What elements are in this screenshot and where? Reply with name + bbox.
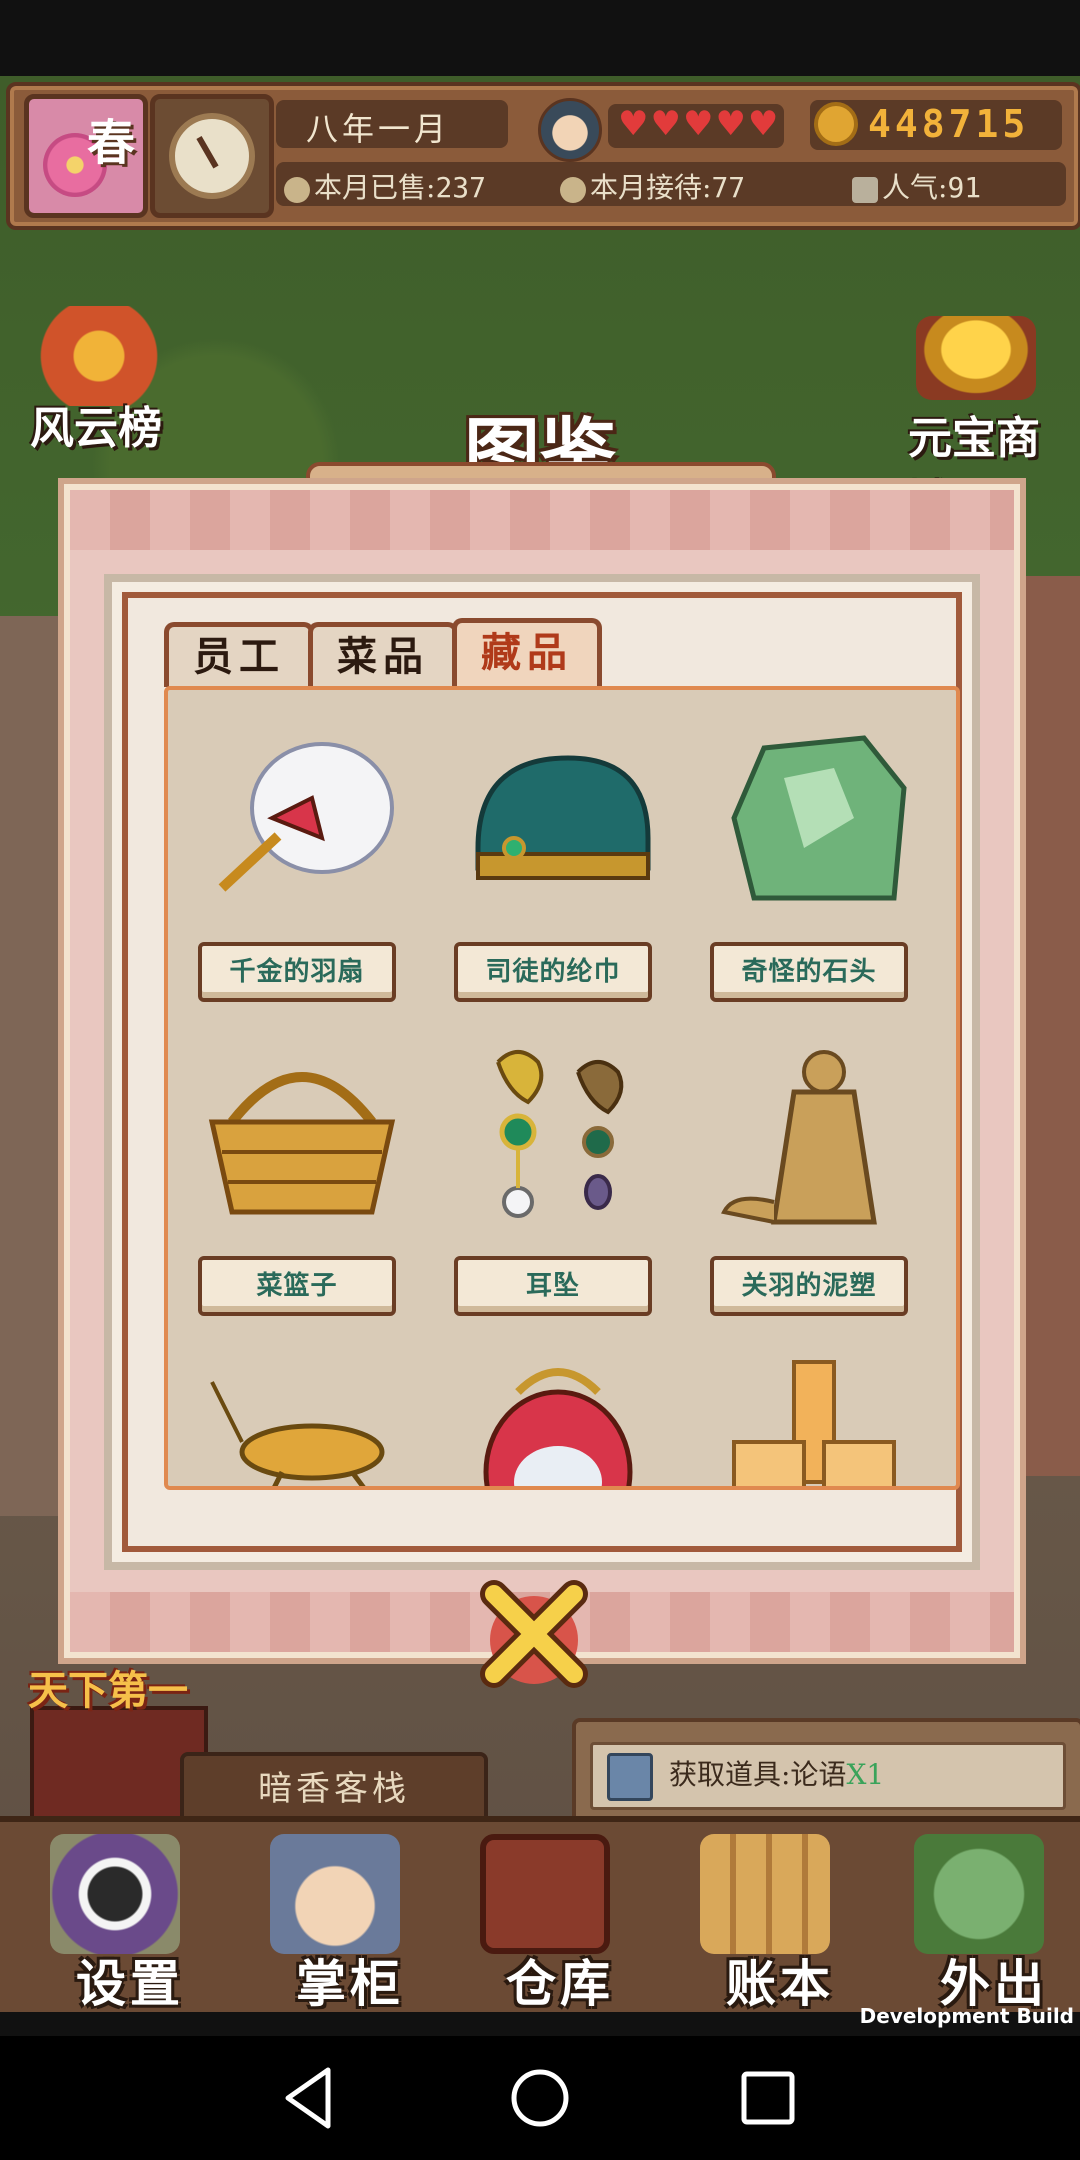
cricket-icon [210, 1381, 385, 1486]
menu-label: 掌柜 [296, 1954, 404, 2013]
collection-grid[interactable]: 千金的羽扇 司徒的纶巾 奇怪的石头 菜篮子 耳坠 关羽的泥塑 [164, 686, 960, 1490]
served-label: 本月接待: [590, 171, 712, 204]
sold-stat: 本月已售:237 [284, 166, 486, 206]
jade-stone-icon [731, 735, 907, 901]
yin-yang-icon [50, 1834, 180, 1954]
close-icon[interactable] [474, 1574, 594, 1694]
notification-qty: X1 [846, 1758, 885, 1791]
item-label: 关羽的泥塑 [710, 1256, 908, 1316]
notification-panel[interactable]: 获取道具:论语X1 [572, 1718, 1080, 1826]
notification-item: 获取道具:论语X1 [590, 1742, 1066, 1810]
rank-title: 天下第一 [28, 1667, 188, 1714]
menu-ledger[interactable]: 账本 [670, 1834, 850, 2013]
hearts-icon: ♥♥♥♥♥ [618, 104, 781, 144]
date-display: 八年一月 [276, 100, 508, 148]
popularity-stat: 人气:91 [852, 166, 981, 206]
bundle-icon [914, 1834, 1044, 1954]
collection-item[interactable]: 菜篮子 [178, 1042, 432, 1342]
tab-staff[interactable]: 员工 [164, 622, 314, 687]
item-label: 司徒的纶巾 [454, 942, 652, 1002]
tab-collectibles[interactable]: 藏品 [452, 618, 602, 687]
gold-blocks-icon [732, 1360, 896, 1486]
modal-panel-border: 员工 菜品 藏品 千金的羽扇 司徒的纶巾 奇怪的石头 菜篮子 耳坠 关羽的泥塑 [122, 592, 962, 1552]
menu-warehouse[interactable]: 仓库 [450, 1834, 630, 2013]
avatar[interactable] [538, 98, 602, 162]
collection-item[interactable]: 关羽的泥塑 [690, 1042, 944, 1342]
notification-message: 获取道具:论语 [669, 1758, 847, 1791]
collection-item[interactable] [178, 1352, 432, 1486]
item-label: 奇怪的石头 [710, 942, 908, 1002]
season-badge[interactable]: 春 [24, 94, 148, 218]
collection-item[interactable] [690, 1352, 944, 1486]
back-icon[interactable] [272, 2060, 348, 2136]
notification-text: 获取道具:论语X1 [669, 1753, 884, 1793]
served-stat: 本月接待:77 [560, 166, 745, 206]
item-label: 耳坠 [454, 1256, 652, 1316]
speaker-icon [852, 176, 878, 203]
right-building [1020, 576, 1080, 1476]
stats-bar: 本月已售:237 本月接待:77 人气:91 [276, 162, 1066, 206]
collection-item[interactable]: 奇怪的石头 [690, 728, 944, 1028]
menu-label: 仓库 [506, 1954, 614, 2013]
menu-outing[interactable]: 外出 [884, 1834, 1064, 2013]
scrolls-icon [700, 1834, 830, 1954]
headscarf-icon [475, 755, 651, 880]
gold-ingot-icon[interactable] [916, 316, 1036, 400]
status-bar [0, 0, 1080, 76]
tab-dishes[interactable]: 菜品 [308, 622, 458, 687]
shopkeeper-icon [270, 1834, 400, 1954]
collection-item[interactable] [434, 1352, 688, 1486]
basket-icon [208, 1072, 396, 1215]
menu-label: 设置 [76, 1954, 184, 2013]
hearts-bar: ♥♥♥♥♥ [608, 104, 784, 148]
coin-icon [814, 102, 858, 146]
guest-icon [560, 176, 586, 203]
collection-modal: 员工 菜品 藏品 千金的羽扇 司徒的纶巾 奇怪的石头 菜篮子 耳坠 关羽的泥塑 [64, 484, 1020, 1658]
scroll-top-band [70, 490, 1014, 550]
coin-count: 448715 [868, 102, 1030, 146]
inn-name[interactable]: 暗香客栈 [180, 1752, 488, 1826]
season-label: 春 [86, 115, 135, 171]
clay-statue-icon [721, 1050, 877, 1225]
earrings-icon [496, 1050, 624, 1218]
bottom-menu: 设置 掌柜 仓库 账本 外出 [0, 1816, 1080, 2013]
item-label: 千金的羽扇 [198, 942, 396, 1002]
collection-item[interactable]: 千金的羽扇 [178, 728, 432, 1028]
navigation-bar [0, 2036, 1080, 2160]
left-building [0, 616, 70, 1516]
lantern-icon [483, 1368, 633, 1486]
menu-shopkeeper[interactable]: 掌柜 [240, 1834, 420, 2013]
date-text: 八年一月 [306, 110, 451, 148]
popularity-value: 91 [947, 171, 982, 204]
popularity-label: 人气: [882, 171, 948, 204]
served-value: 77 [711, 171, 746, 204]
dev-build-label: Development Build [859, 2004, 1074, 2028]
sold-label: 本月已售: [314, 171, 436, 204]
modal-panel: 员工 菜品 藏品 千金的羽扇 司徒的纶巾 奇怪的石头 菜篮子 耳坠 关羽的泥塑 [104, 574, 980, 1570]
recents-icon[interactable] [730, 2060, 806, 2136]
feather-fan-icon [218, 742, 394, 892]
leaderboard-flag-icon[interactable] [34, 306, 164, 406]
clock-button[interactable] [150, 94, 274, 218]
sold-value: 237 [435, 171, 487, 204]
home-icon[interactable] [502, 2060, 578, 2136]
collection-item[interactable]: 耳坠 [434, 1042, 688, 1342]
top-hud: 春 八年一月 ♥♥♥♥♥ 448715 本月已售:237 本月接待:77 人气:… [6, 82, 1080, 230]
menu-settings[interactable]: 设置 [20, 1834, 200, 2013]
collection-item[interactable]: 司徒的纶巾 [434, 728, 688, 1028]
menu-label: 账本 [726, 1954, 834, 2013]
bowl-icon [284, 176, 310, 203]
chest-icon [480, 1834, 610, 1954]
item-label: 菜篮子 [198, 1256, 396, 1316]
coin-display: 448715 [810, 100, 1062, 150]
book-icon [607, 1753, 653, 1801]
clock-icon [169, 113, 255, 199]
